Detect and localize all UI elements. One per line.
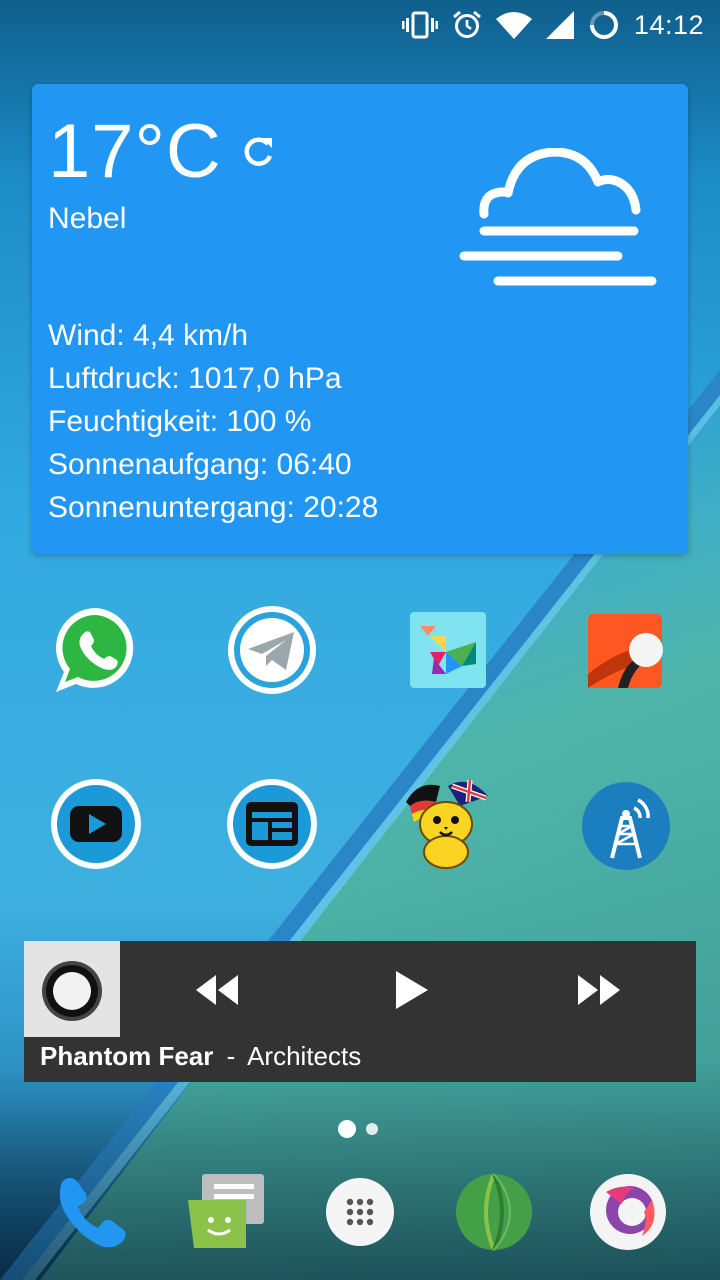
fast-forward-icon[interactable] (574, 967, 630, 1013)
page-dot (366, 1123, 378, 1135)
app-drawer-icon[interactable] (318, 1170, 402, 1254)
track-info: Phantom Fear - Architects (40, 1041, 361, 1072)
news-app-icon[interactable] (224, 776, 320, 872)
tangram-app-icon[interactable] (400, 602, 496, 698)
antenna-app-icon[interactable] (578, 778, 674, 874)
track-title: Phantom Fear (40, 1041, 214, 1071)
orange-app-icon[interactable] (578, 602, 674, 698)
wifi-icon (495, 11, 532, 39)
melon-app-icon[interactable] (452, 1170, 536, 1254)
signal-icon (545, 11, 574, 39)
weather-widget[interactable]: 17°C Nebel Wind: 4,4 km/h Luftdruck: 101… (32, 84, 688, 554)
album-art[interactable] (24, 941, 120, 1037)
weather-details: Wind: 4,4 km/h Luftdruck: 1017,0 hPa Feu… (48, 314, 378, 529)
youtube-icon[interactable] (48, 776, 144, 872)
leo-dictionary-icon[interactable] (400, 772, 496, 869)
page-dot-active (338, 1120, 356, 1138)
telegram-icon[interactable] (224, 602, 320, 698)
weather-humidity: Feuchtigkeit: 100 % (48, 405, 312, 438)
status-clock: 14:12 (633, 9, 704, 40)
rewind-icon[interactable] (188, 967, 244, 1013)
weather-sunrise: Sonnenaufgang: 06:40 (48, 448, 352, 481)
weather-wind: Wind: 4,4 km/h (48, 319, 249, 352)
messaging-icon[interactable] (184, 1170, 268, 1254)
status-bar: 14:12 (0, 0, 720, 50)
refresh-icon[interactable] (238, 132, 278, 172)
page-indicator (338, 1120, 378, 1138)
fog-icon (458, 147, 658, 303)
phone-icon[interactable] (50, 1170, 134, 1254)
weather-sunset: Sonnenuntergang: 20:28 (48, 491, 379, 524)
music-widget[interactable]: Phantom Fear - Architects (24, 941, 696, 1082)
track-separator: - (226, 1041, 236, 1071)
alarm-icon (452, 10, 482, 40)
weather-temperature: 17°C (48, 109, 222, 194)
battery-charging-icon (588, 9, 620, 41)
vibrate-icon (401, 11, 438, 39)
weather-condition: Nebel (48, 202, 127, 235)
track-artist: Architects (247, 1041, 362, 1071)
firefox-icon[interactable] (586, 1170, 670, 1254)
play-icon[interactable] (388, 967, 444, 1013)
weather-pressure: Luftdruck: 1017,0 hPa (48, 362, 342, 395)
whatsapp-icon[interactable] (48, 602, 144, 698)
